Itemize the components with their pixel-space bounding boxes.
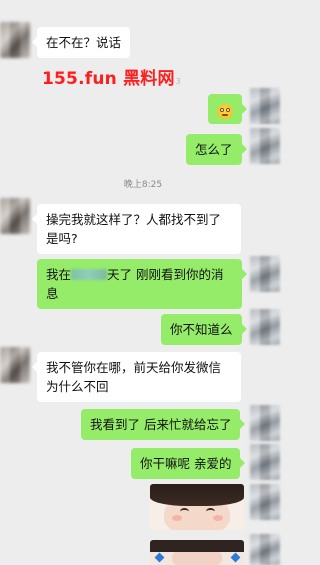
smiling-face-emoji-icon	[217, 104, 233, 119]
message-text: 我不管你在哪，前天给你发微信为什么不回	[46, 360, 222, 394]
chat-area[interactable]: 在不在？说话 155.fun 黑料网3 怎么了 晚上8:25 操完我就这样了？人…	[0, 0, 286, 565]
redacted-text	[71, 269, 108, 280]
user-avatar[interactable]	[250, 309, 280, 345]
message-text: 怎么了	[195, 142, 233, 157]
message-text: 你干嘛呢 亲爱的	[140, 456, 232, 471]
outgoing-message[interactable]: 你干嘛呢 亲爱的	[131, 448, 246, 479]
message-text: 在不在？说话	[46, 35, 122, 50]
gem-icon	[154, 552, 165, 563]
outgoing-message[interactable]: 我看到了 后来忙就给忘了	[81, 409, 246, 440]
user-avatar[interactable]	[250, 256, 280, 292]
user-avatar[interactable]	[250, 128, 280, 164]
outgoing-message[interactable]: 你不知道么	[161, 314, 247, 345]
user-avatar[interactable]	[250, 444, 280, 480]
message-text-part: 我在	[46, 267, 72, 282]
sticker-image[interactable]	[150, 484, 244, 530]
watermark-overlap-text: 3	[175, 77, 181, 86]
incoming-message[interactable]: 我不管你在哪，前天给你发微信为什么不回	[32, 352, 241, 402]
incoming-message[interactable]: 在不在？说话	[31, 27, 131, 58]
outgoing-emoji-message[interactable]	[208, 94, 247, 124]
contact-avatar[interactable]	[0, 22, 30, 58]
user-avatar[interactable]	[250, 534, 280, 565]
message-timestamp: 晚上8:25	[123, 180, 163, 190]
user-avatar[interactable]	[250, 484, 280, 520]
sticker-image[interactable]	[150, 540, 244, 565]
watermark-text: 155.fun 黑料网	[42, 69, 175, 89]
incoming-message[interactable]: 操完我就这样了？人都找不到了是吗?	[32, 204, 241, 254]
message-text: 你不知道么	[170, 322, 233, 337]
contact-avatar[interactable]	[0, 198, 30, 234]
gem-icon	[230, 552, 241, 563]
contact-avatar[interactable]	[0, 347, 30, 383]
outgoing-message[interactable]: 怎么了	[186, 134, 246, 165]
outgoing-message[interactable]: 我在 天了 刚刚看到你的消息	[37, 259, 247, 309]
message-text: 操完我就这样了？人都找不到了是吗?	[46, 212, 222, 246]
watermark: 155.fun 黑料网3	[42, 64, 181, 89]
user-avatar[interactable]	[250, 88, 280, 124]
user-avatar[interactable]	[250, 405, 280, 441]
message-text: 我看到了 后来忙就给忘了	[90, 417, 232, 432]
